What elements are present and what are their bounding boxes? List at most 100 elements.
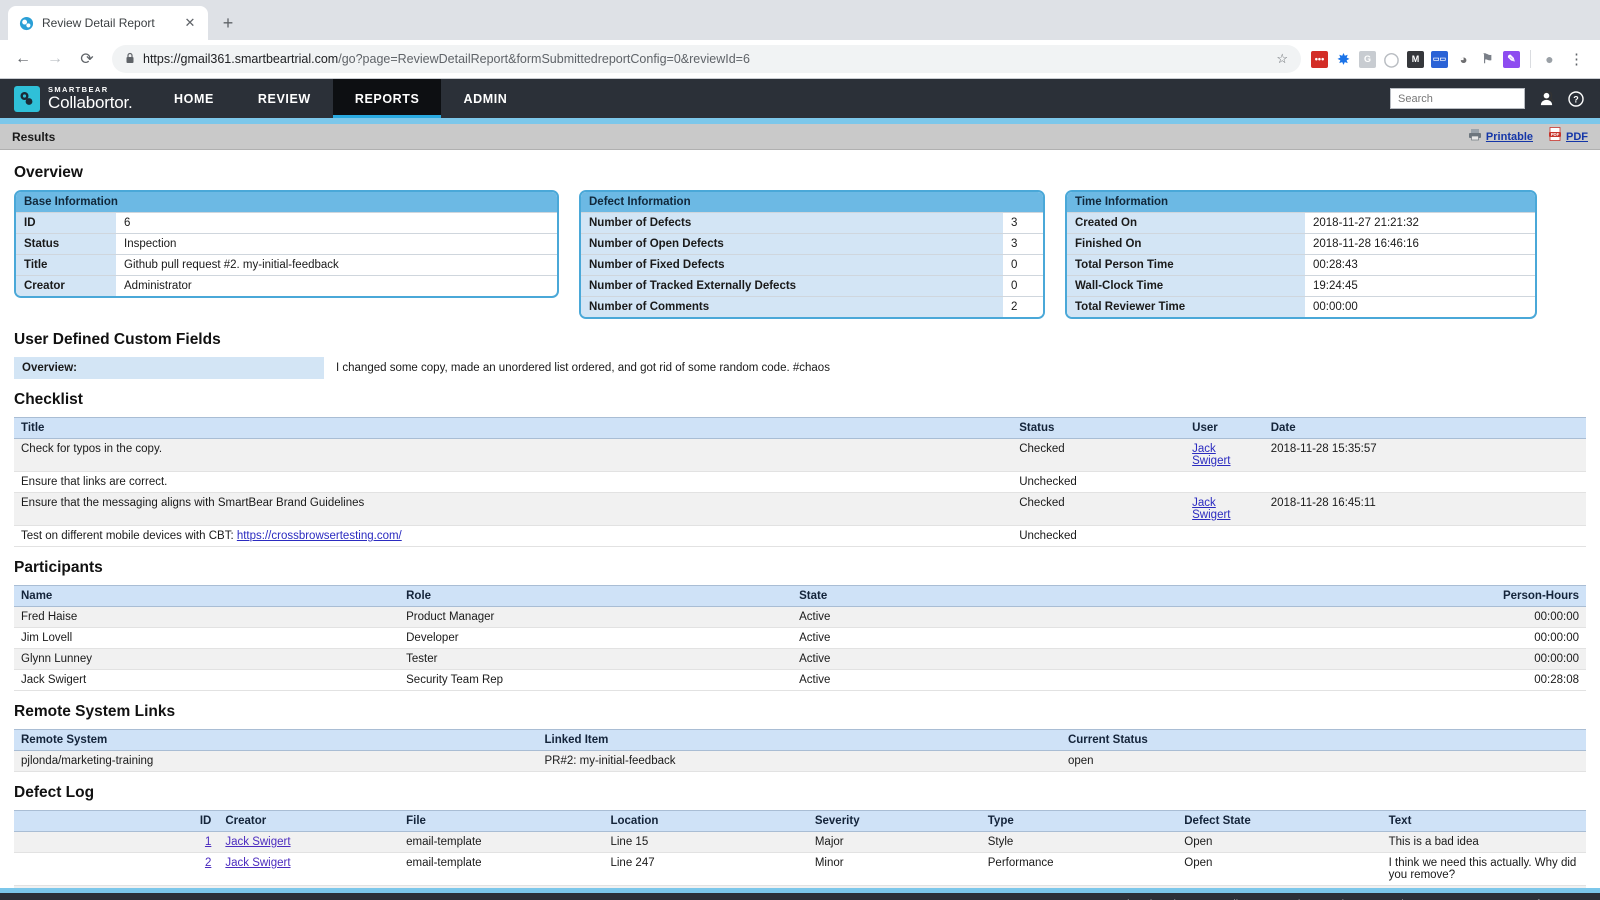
search-box[interactable] bbox=[1390, 88, 1525, 109]
base-information-title: Base Information bbox=[16, 192, 557, 212]
back-icon[interactable]: ← bbox=[8, 44, 38, 74]
defect-state: Open bbox=[1177, 853, 1381, 886]
remote-system-links-table: Remote System Linked Item Current Status… bbox=[14, 729, 1586, 772]
checklist-date bbox=[1264, 472, 1586, 493]
defect-id-link[interactable]: 2 bbox=[205, 857, 211, 869]
participants-table: Name Role State Person-Hours Fred Haise … bbox=[14, 585, 1586, 691]
table-row: Total Person Time 00:28:43 bbox=[1067, 255, 1535, 276]
defect-open-label: Number of Open Defects bbox=[581, 234, 1003, 255]
help-icon[interactable]: ? bbox=[1568, 91, 1584, 107]
checklist-status: Unchecked bbox=[1012, 472, 1185, 493]
edit-extension-icon[interactable]: ✎ bbox=[1503, 51, 1520, 68]
checklist-user-link[interactable]: Jack Swigert bbox=[1192, 443, 1230, 467]
grammarly-extension-icon[interactable]: G bbox=[1359, 51, 1376, 68]
defect-creator-link[interactable]: Jack Swigert bbox=[225, 857, 290, 869]
participant-role: Developer bbox=[399, 628, 792, 649]
base-status-label: Status bbox=[16, 234, 116, 255]
browser-extensions: ••• ✸ G ◯ M ▭▭ ◕ ⚑ ✎ ● ⋮ bbox=[1311, 50, 1592, 68]
participant-person-hours: 00:00:00 bbox=[1366, 649, 1586, 670]
settings-extension-icon[interactable]: ✸ bbox=[1335, 51, 1352, 68]
defect-col-state: Defect State bbox=[1177, 811, 1381, 832]
defect-creator: Jack Swigert bbox=[218, 853, 399, 886]
brand-logo[interactable]: SMARTBEAR Collabortor. bbox=[0, 79, 152, 118]
pin-extension-icon[interactable]: ⚑ bbox=[1479, 51, 1496, 68]
participant-name: Jim Lovell bbox=[14, 628, 399, 649]
close-icon[interactable]: ✕ bbox=[182, 15, 198, 31]
overview-heading: Overview bbox=[14, 164, 1586, 182]
participant-role: Product Manager bbox=[399, 607, 792, 628]
time-information-table: Created On 2018-11-27 21:21:32 Finished … bbox=[1067, 212, 1535, 317]
chrome-menu-icon[interactable]: ⋮ bbox=[1565, 50, 1588, 68]
time-person-value: 00:28:43 bbox=[1305, 255, 1535, 276]
results-title: Results bbox=[12, 130, 55, 144]
brand-bottom-label: Collabortor. bbox=[48, 94, 133, 111]
search-input[interactable] bbox=[1396, 92, 1542, 106]
table-header-row: ID Creator File Location Severity Type D… bbox=[14, 811, 1586, 832]
time-person-label: Total Person Time bbox=[1067, 255, 1305, 276]
lastpass-extension-icon[interactable]: ••• bbox=[1311, 51, 1328, 68]
nav-item-home[interactable]: HOME bbox=[152, 79, 236, 118]
defect-id-link[interactable]: 1 bbox=[205, 836, 211, 848]
defect-id: 2 bbox=[14, 853, 218, 886]
navbar-right: ? bbox=[1390, 79, 1600, 118]
defect-comments-label: Number of Comments bbox=[581, 297, 1003, 318]
defect-creator-link[interactable]: Jack Swigert bbox=[225, 836, 290, 848]
table-row: Status Inspection bbox=[16, 234, 557, 255]
defect-col-severity: Severity bbox=[808, 811, 981, 832]
address-bar[interactable]: https://gmail361.smartbeartrial.com/go?p… bbox=[112, 45, 1301, 73]
checklist-status: Checked bbox=[1012, 493, 1185, 526]
remote-col-system: Remote System bbox=[14, 730, 537, 751]
bookmark-star-icon[interactable]: ☆ bbox=[1276, 51, 1288, 67]
pdf-button[interactable]: PDF PDF bbox=[1549, 127, 1588, 146]
loom-extension-icon[interactable]: ▭▭ bbox=[1431, 51, 1448, 68]
brand-text: SMARTBEAR Collabortor. bbox=[48, 86, 133, 112]
table-row: Number of Comments 2 bbox=[581, 297, 1043, 318]
profile-avatar-icon[interactable]: ● bbox=[1541, 51, 1558, 68]
udf-overview-label: Overview: bbox=[14, 357, 324, 379]
reload-icon[interactable]: ⟳ bbox=[72, 44, 102, 74]
table-row: Check for typos in the copy. Checked Jac… bbox=[14, 439, 1586, 472]
time-created-value: 2018-11-27 21:21:32 bbox=[1305, 213, 1535, 234]
address-bar-url: https://gmail361.smartbeartrial.com/go?p… bbox=[143, 52, 1268, 66]
nav-item-reports[interactable]: REPORTS bbox=[333, 79, 442, 118]
checklist-title: Check for typos in the copy. bbox=[14, 439, 1012, 472]
udf-row: Overview: I changed some copy, made an u… bbox=[14, 357, 1586, 379]
checklist-user-link[interactable]: Jack Swigert bbox=[1192, 497, 1230, 521]
user-account-icon[interactable] bbox=[1539, 91, 1554, 106]
table-row: Number of Open Defects 3 bbox=[581, 234, 1043, 255]
checklist-user bbox=[1185, 526, 1264, 547]
crossbrowsertesting-link[interactable]: https://crossbrowsertesting.com/ bbox=[237, 530, 402, 542]
nav-item-admin[interactable]: ADMIN bbox=[441, 79, 529, 118]
navbar-items: HOME REVIEW REPORTS ADMIN bbox=[152, 79, 529, 118]
defect-creator: Jack Swigert bbox=[218, 832, 399, 853]
forward-icon[interactable]: → bbox=[40, 44, 70, 74]
overview-cards: Base Information ID 6 Status Inspection … bbox=[14, 190, 1586, 319]
defect-text: This is a bad idea bbox=[1382, 832, 1586, 853]
nav-item-review[interactable]: REVIEW bbox=[236, 79, 333, 118]
circle-extension-icon[interactable]: ◯ bbox=[1383, 51, 1400, 68]
defect-id: 1 bbox=[14, 832, 218, 853]
table-row: Ensure that the messaging aligns with Sm… bbox=[14, 493, 1586, 526]
base-information-table: ID 6 Status Inspection Title Github pull… bbox=[16, 212, 557, 296]
participant-role: Tester bbox=[399, 649, 792, 670]
mailtrack-extension-icon[interactable]: M bbox=[1407, 51, 1424, 68]
table-row: 2 Jack Swigert email-template Line 247 M… bbox=[14, 853, 1586, 886]
table-row: 1 Jack Swigert email-template Line 15 Ma… bbox=[14, 832, 1586, 853]
defect-count-value: 3 bbox=[1003, 213, 1043, 234]
base-information-card: Base Information ID 6 Status Inspection … bbox=[14, 190, 559, 298]
smartbear-logo-icon bbox=[14, 86, 40, 112]
moon-extension-icon[interactable]: ◕ bbox=[1455, 51, 1472, 68]
checklist-user: Jack Swigert bbox=[1185, 493, 1264, 526]
browser-tab-title: Review Detail Report bbox=[42, 16, 174, 30]
checklist-date: 2018-11-28 15:35:57 bbox=[1264, 439, 1586, 472]
checklist-title: Ensure that the messaging aligns with Sm… bbox=[14, 493, 1012, 526]
new-tab-button[interactable]: + bbox=[214, 9, 242, 37]
time-information-card: Time Information Created On 2018-11-27 2… bbox=[1065, 190, 1537, 319]
table-row: Wall-Clock Time 19:24:45 bbox=[1067, 276, 1535, 297]
browser-tabstrip: Review Detail Report ✕ + bbox=[0, 0, 1600, 40]
defect-type: Performance bbox=[981, 853, 1178, 886]
browser-tab[interactable]: Review Detail Report ✕ bbox=[8, 6, 208, 40]
remote-system-links-heading: Remote System Links bbox=[14, 703, 1586, 721]
address-bar-host: https://gmail361.smartbeartrial.com bbox=[143, 52, 338, 66]
printable-button[interactable]: Printable bbox=[1468, 128, 1533, 146]
